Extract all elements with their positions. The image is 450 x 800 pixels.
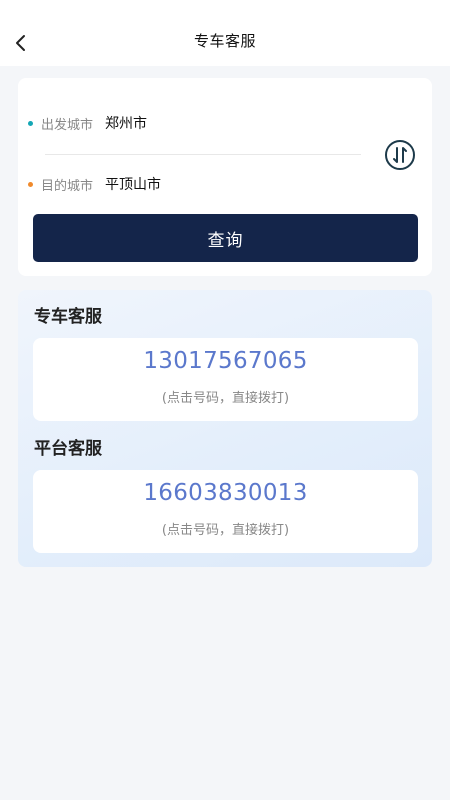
phone-number-link[interactable]: 13017567065 [33, 348, 418, 374]
section-title-platform-service: 平台客服 [34, 439, 102, 459]
page-title: 专车客服 [193, 32, 256, 50]
departure-city-row[interactable]: 出发城市 郑州市 [28, 111, 147, 135]
departure-city-label: 出发城市 [41, 117, 94, 133]
destination-city-value[interactable]: 平顶山市 [105, 174, 161, 194]
section-title-car-service: 专车客服 [34, 307, 102, 327]
phone-card-car-service[interactable]: 13017567065 (点击号码，直接拨打) [33, 338, 418, 421]
city-divider [45, 154, 361, 155]
phone-hint-text: (点击号码，直接拨打) [161, 523, 290, 538]
destination-dot [28, 181, 33, 187]
phone-number-link[interactable]: 16603830013 [33, 480, 418, 506]
destination-city-label: 目的城市 [41, 178, 94, 194]
swap-cities-button[interactable] [383, 138, 417, 172]
query-button[interactable]: 查询 [33, 214, 418, 262]
departure-dot [28, 120, 33, 126]
departure-city-value[interactable]: 郑州市 [105, 113, 147, 133]
destination-city-row[interactable]: 目的城市 平顶山市 [28, 172, 161, 196]
app-header: 专车客服 [0, 0, 450, 66]
swap-arrows-icon [385, 140, 415, 170]
phone-hint-text: (点击号码，直接拨打) [161, 391, 290, 406]
phone-card-platform-service[interactable]: 16603830013 (点击号码，直接拨打) [33, 470, 418, 553]
